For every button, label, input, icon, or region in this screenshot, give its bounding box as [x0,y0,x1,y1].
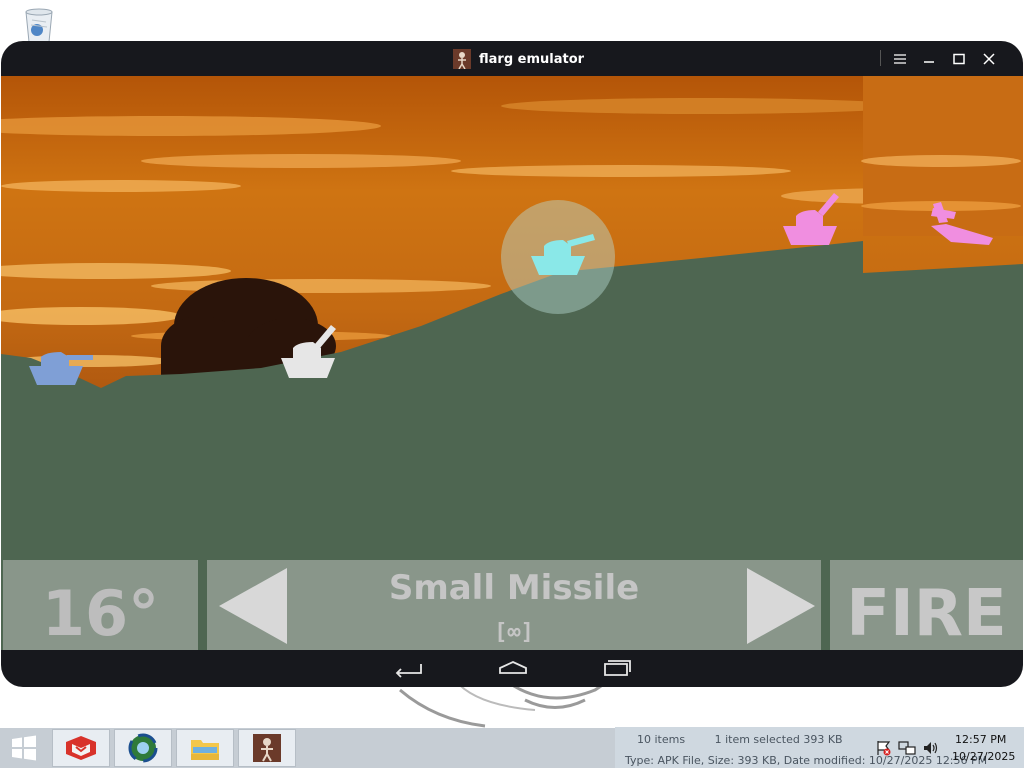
titlebar-separator [880,50,881,66]
back-button[interactable] [391,658,425,678]
file-explorer-icon [191,740,219,760]
taskbar-flarg-emulator[interactable] [238,729,296,767]
back-icon [395,664,422,678]
close-icon [983,53,995,65]
angle-display: 16° [3,560,198,650]
hamburger-menu-icon [894,54,906,64]
weapon-ammo: [∞] [494,620,534,645]
taskbar-browser[interactable] [114,729,172,767]
maximize-icon [953,53,965,65]
weapon-name: Small Missile [388,568,640,608]
taskbar-app-red[interactable] [52,729,110,767]
taskbar [0,728,615,768]
menu-button[interactable] [889,48,911,70]
clock-date[interactable]: 10/27/2025 [952,750,1015,763]
game-screen[interactable]: 16° Small Missile [∞] FIRE [1,76,1023,650]
network-icon[interactable] [898,740,916,756]
browser-icon [128,733,158,763]
start-button[interactable] [0,729,48,767]
right-arrow-icon [747,568,815,644]
fire-button[interactable]: FIRE [830,560,1023,650]
volume-icon[interactable] [922,740,940,756]
window-title-text: flarg emulator [479,51,585,67]
app-red-icon [66,736,96,760]
weapon-selector: Small Missile [∞] [207,560,821,650]
close-button[interactable] [978,48,1000,70]
flarg-emulator-icon [253,734,281,762]
window-titlebar[interactable]: flarg emulator [1,41,1023,76]
home-icon [499,661,527,674]
selection-info: 1 item selected 393 KB [714,733,843,746]
minimize-icon [924,61,934,63]
sky-strip-cloud [861,155,1021,167]
flarg-app-icon [453,49,471,69]
clock-time[interactable]: 12:57 PM [955,733,1006,746]
maximize-button[interactable] [948,48,970,70]
taskbar-file-explorer[interactable] [176,729,234,767]
item-count: 10 items [637,733,686,746]
recycle-bin-icon[interactable] [20,6,58,44]
emulator-window: flarg emulator 16° Small Missile [∞] FIR… [1,41,1023,687]
recent-apps-button[interactable] [599,658,633,678]
action-center-flag-icon[interactable] [876,740,892,756]
recent-apps-icon [604,660,631,676]
window-title: flarg emulator [453,49,584,69]
home-button[interactable] [496,658,530,678]
minimize-button[interactable] [918,48,940,70]
explorer-status-summary: 10 items 1 item selected 393 KB [637,733,869,746]
angle-value: 16° [41,576,160,650]
android-navbar [1,650,1023,687]
background-sketch [399,680,611,728]
windows-start-icon [12,735,36,761]
fire-label: FIRE [846,577,1007,650]
next-weapon-button[interactable] [743,564,823,648]
system-tray: 12:57 PM 10/27/2025 [870,728,1024,768]
